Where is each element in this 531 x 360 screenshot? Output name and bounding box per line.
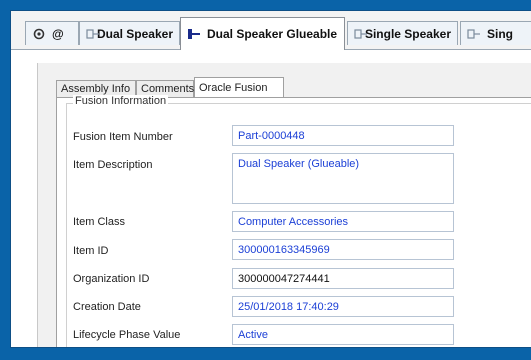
item-id-field[interactable]: 300000163345969: [232, 239, 454, 260]
tab-settings[interactable]: @: [25, 21, 79, 45]
item-description-field[interactable]: Dual Speaker (Glueable): [232, 153, 454, 204]
tab-dual-speaker-glueable-label: Dual Speaker Glueable: [207, 27, 338, 41]
subtab-oracle-fusion-label: Oracle Fusion: [199, 82, 268, 94]
tab-dual-speaker-label: Dual Speaker: [96, 26, 173, 41]
tab-settings-label: @: [52, 26, 64, 41]
component-icon: [354, 28, 367, 40]
organization-id-field[interactable]: 300000047274441: [232, 268, 454, 289]
subtab-comments-label: Comments: [141, 83, 195, 95]
creation-date-field[interactable]: 25/01/2018 17:40:29: [232, 296, 454, 317]
field-label-item-class: Item Class: [73, 216, 125, 228]
app-window: @ Dual Speaker Dual Speaker Glueable Sin…: [10, 10, 531, 348]
tab-single-speaker[interactable]: Single Speaker: [347, 21, 458, 45]
field-label-organization-id: Organization ID: [73, 273, 150, 285]
oracle-fusion-pane: Fusion Information Fusion Item Number Pa…: [56, 95, 531, 347]
field-label-item-id: Item ID: [73, 245, 109, 257]
top-tab-strip: @ Dual Speaker Dual Speaker Glueable Sin…: [11, 11, 531, 50]
field-label-item-description: Item Description: [73, 159, 153, 171]
fusion-information-group: Fusion Information Fusion Item Number Pa…: [66, 95, 531, 347]
field-label-creation-date: Creation Date: [73, 301, 141, 313]
field-label-fusion-item-number: Fusion Item Number: [73, 131, 173, 143]
subtab-oracle-fusion[interactable]: Oracle Fusion: [194, 77, 284, 98]
settings-icon: [32, 28, 46, 40]
tab-single-speaker-label: Single Speaker: [364, 26, 451, 41]
lifecycle-phase-value-field[interactable]: Active: [232, 324, 454, 345]
tab-sing-label: Sing: [487, 26, 513, 41]
tab-dual-speaker[interactable]: Dual Speaker: [79, 21, 180, 45]
component-icon: [467, 28, 481, 40]
item-class-field[interactable]: Computer Accessories: [232, 211, 454, 232]
tab-dual-speaker-glueable[interactable]: Dual Speaker Glueable: [180, 17, 345, 50]
group-title: Fusion Information: [73, 95, 169, 107]
tab-sing[interactable]: Sing: [460, 21, 531, 45]
content-panel: Assembly Info Comments Oracle Fusion Fus…: [37, 63, 531, 347]
connector-icon: [187, 28, 201, 40]
component-icon: [86, 28, 99, 40]
subtab-assembly-info-label: Assembly Info: [61, 83, 131, 95]
fusion-item-number-field[interactable]: Part-0000448: [232, 125, 454, 146]
field-label-lifecycle-phase-value: Lifecycle Phase Value: [73, 329, 181, 341]
